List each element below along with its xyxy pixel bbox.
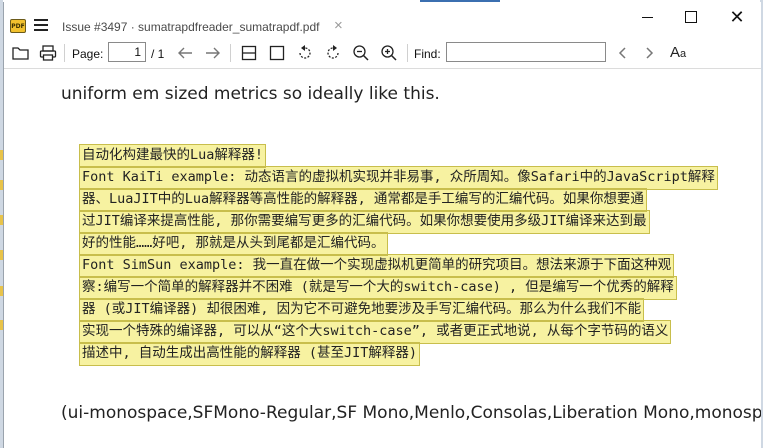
font-family-list: (ui-monospace,SFMono-Regular,SF Mono,Men… — [61, 403, 761, 423]
maximize-button[interactable] — [676, 6, 706, 28]
rotate-right-icon[interactable] — [324, 44, 342, 62]
find-previous-icon[interactable] — [614, 44, 632, 62]
font-size-icon[interactable]: Aa — [670, 44, 686, 61]
document-page[interactable]: uniform em sized metrics so ideally like… — [4, 69, 761, 448]
find-input[interactable] — [446, 42, 606, 62]
toolbar-separator — [230, 44, 231, 62]
code-line: Font SimSun example: 我一直在做一个实现虚拟机更简单的研究项… — [78, 254, 675, 278]
document-paragraph: uniform em sized metrics so ideally like… — [61, 84, 440, 104]
open-folder-icon[interactable] — [12, 44, 30, 62]
menu-hamburger-icon[interactable] — [34, 19, 48, 31]
toolbar-separator — [407, 44, 408, 62]
zoom-in-icon[interactable] — [380, 44, 398, 62]
code-line: 自动化构建最快的Lua解释器! — [78, 144, 267, 168]
toolbar-separator — [64, 44, 65, 62]
code-line: 器 (或JIT编译器) 却很困难, 因为它不可避免地要涉及手写汇编代码。那么为什… — [78, 298, 645, 322]
find-label: Find: — [414, 47, 441, 61]
code-line: 实现一个特殊的编译器, 可以从“这个大switch-case”, 或者更正式地说… — [78, 320, 672, 344]
highlighted-code-block: 自动化构建最快的Lua解释器! Font KaiTi example: 动态语言的… — [78, 144, 718, 366]
code-line: 察:编写一个简单的解释器并不困难 (就是写一个大的switch-case) , … — [79, 276, 677, 300]
tab-close-icon[interactable]: × — [334, 17, 343, 34]
next-page-arrow-icon[interactable] — [204, 44, 222, 62]
rotate-left-icon[interactable] — [296, 44, 314, 62]
title-bar: PDF Issue #3497 · sumatrapdfreader_sumat… — [4, 2, 761, 36]
print-icon[interactable] — [39, 44, 57, 62]
code-line: 过JIT编译来提高性能, 那你需要编写更多的汇编代码。如果你想要使用多级JIT编… — [79, 210, 650, 234]
app-logo-icon: PDF — [10, 19, 26, 33]
close-window-button[interactable]: ✕ — [722, 6, 752, 28]
fit-width-icon[interactable] — [240, 44, 258, 62]
minimize-button[interactable] — [632, 6, 662, 28]
page-total: / 1 — [151, 47, 165, 61]
code-line: Font KaiTi example: 动态语言的虚拟机实现并非易事, 众所周知… — [79, 166, 718, 190]
fit-page-icon[interactable] — [268, 44, 286, 62]
code-line: 描述中, 自动生成出高性能的解释器 (甚至JIT解释器) — [78, 342, 421, 366]
page-label: Page: — [72, 47, 104, 61]
toolbar: Page: / 1 Find: — [4, 38, 761, 69]
code-line: 器、LuaJIT中的Lua解释器等高性能的解释器, 通常都是手工编写的汇编代码。… — [79, 188, 647, 212]
previous-page-arrow-icon[interactable] — [176, 44, 194, 62]
code-line: 好的性能……好吧, 那就是从头到尾都是汇编代码。 — [79, 232, 388, 256]
tab-title[interactable]: Issue #3497 · sumatrapdfreader_sumatrapd… — [62, 20, 319, 34]
sumatra-window: PDF Issue #3497 · sumatrapdfreader_sumat… — [3, 2, 761, 448]
find-next-icon[interactable] — [640, 44, 658, 62]
page-number-input[interactable] — [108, 42, 146, 62]
zoom-out-icon[interactable] — [352, 44, 370, 62]
